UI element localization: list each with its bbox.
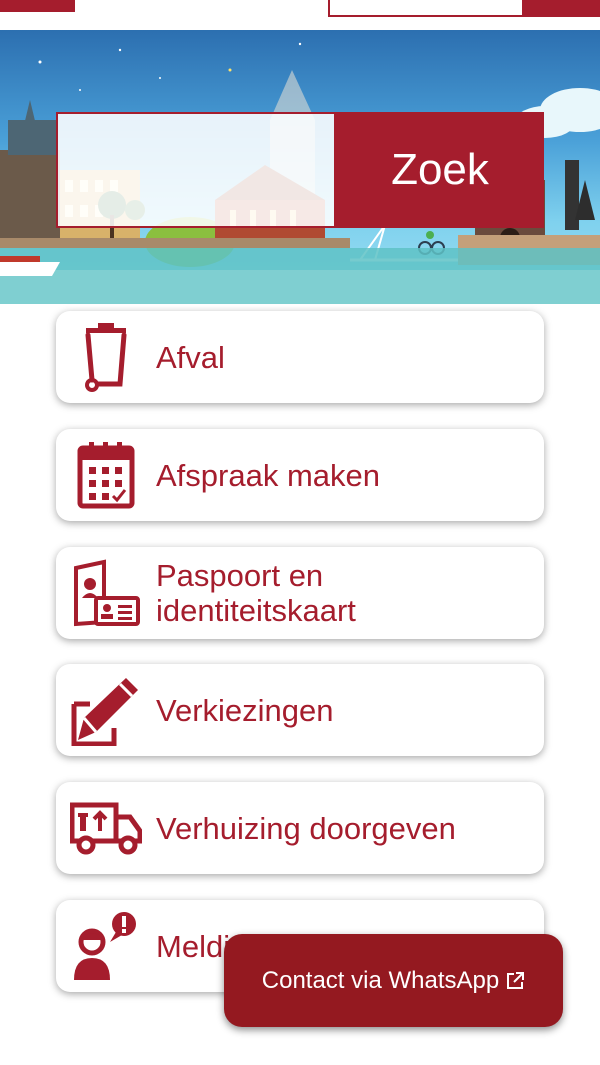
whatsapp-contact-label: Contact via WhatsApp — [261, 966, 500, 994]
passport-id-card-icon — [56, 547, 156, 639]
tile-label-line1: Paspoort en — [156, 558, 324, 593]
calendar-icon — [56, 429, 156, 521]
tile-paspoort-identiteitskaart[interactable]: Paspoort en identiteitskaart — [56, 547, 544, 639]
external-link-icon — [507, 971, 525, 989]
tile-label: Verkiezingen — [156, 692, 334, 728]
hero-banner: Zoek — [0, 30, 600, 304]
tile-label: Afspraak maken — [156, 457, 380, 493]
whatsapp-contact-button[interactable]: Contact via WhatsApp — [224, 934, 563, 1027]
tile-verhuizing-doorgeven[interactable]: Verhuizing doorgeven — [56, 782, 544, 874]
tile-label-line2: identiteitskaart — [156, 593, 356, 628]
pencil-ballot-icon — [56, 664, 156, 756]
header-search-button[interactable] — [522, 0, 600, 17]
tile-afspraak-maken[interactable]: Afspraak maken — [56, 429, 544, 521]
header-search-field[interactable] — [328, 0, 524, 17]
tile-label: Afval — [156, 339, 225, 375]
tile-label: Paspoort en identiteitskaart — [156, 558, 356, 628]
header-remnant — [0, 0, 600, 30]
search-bar: Zoek — [56, 112, 544, 228]
tile-verkiezingen[interactable]: Verkiezingen — [56, 664, 544, 756]
tile-label: Verhuizing doorgeven — [156, 810, 456, 846]
search-button[interactable]: Zoek — [336, 112, 544, 228]
moving-truck-icon — [56, 782, 156, 874]
tile-afval[interactable]: Afval — [56, 311, 544, 403]
waste-bin-icon — [56, 311, 156, 403]
search-input[interactable] — [56, 112, 336, 228]
tile-label: Meldi — [156, 928, 231, 964]
menu-bar-left[interactable] — [0, 0, 75, 12]
person-alert-icon — [56, 900, 156, 992]
